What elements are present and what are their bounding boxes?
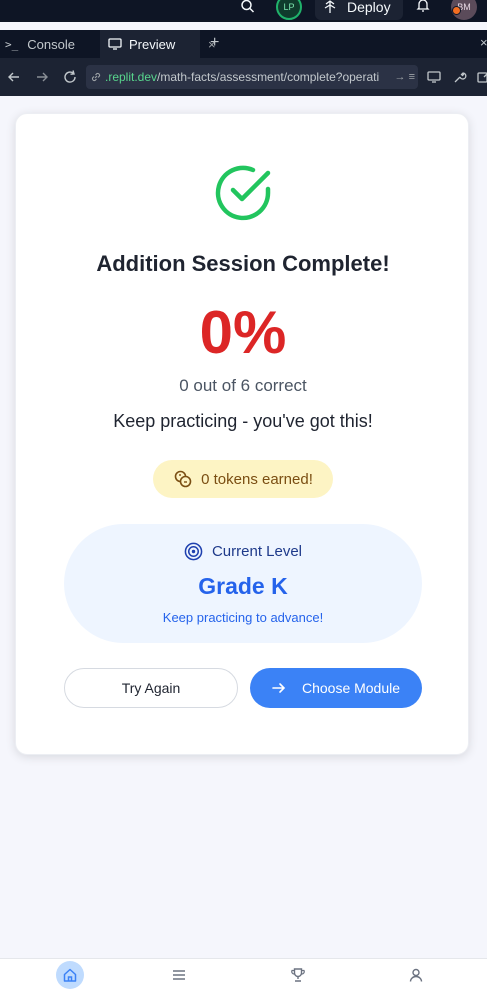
terminal-icon: >_ [5, 37, 19, 51]
arrow-right-icon [272, 683, 286, 693]
user-presence-avatar[interactable]: LP [276, 0, 302, 20]
session-title: Addition Session Complete! [96, 251, 390, 276]
workspace-tabs: >_ Console Preview × + × [0, 30, 487, 58]
devtools-monitor-icon[interactable] [426, 69, 442, 85]
level-note: Keep practicing to advance! [162, 610, 324, 625]
tab-console-label: Console [27, 36, 75, 52]
tab-preview-label: Preview [129, 36, 176, 52]
notification-dot [452, 6, 461, 15]
level-heading-label: Current Level [211, 543, 303, 560]
back-arrow-icon[interactable] [6, 69, 22, 85]
nav-profile[interactable] [402, 961, 430, 989]
monitor-icon [108, 38, 122, 50]
url-path: /math-facts/assessment/complete?operati [157, 70, 380, 84]
menu-icon [173, 970, 185, 980]
forward-arrow-icon[interactable] [34, 69, 50, 85]
choose-module-button[interactable]: Choose Module [250, 668, 422, 708]
url-input[interactable]: .replit.dev/math-facts/assessment/comple… [86, 65, 418, 89]
tab-console[interactable]: >_ Console [5, 30, 75, 58]
close-pane-icon[interactable]: × [480, 35, 487, 50]
url-host: .replit.dev [105, 70, 158, 84]
correct-count: 0 out of 6 correct [179, 376, 307, 395]
nav-home[interactable] [56, 961, 84, 989]
preview-address-bar: .replit.dev/math-facts/assessment/comple… [0, 58, 487, 96]
coins-icon [174, 470, 192, 488]
deploy-button[interactable]: Deploy [315, 0, 403, 20]
open-external-icon[interactable] [476, 69, 487, 85]
deploy-label: Deploy [347, 0, 391, 15]
replit-top-bar: LP Deploy BM [0, 0, 487, 22]
bottom-navigation [0, 958, 487, 989]
target-icon [184, 542, 203, 561]
deploy-icon [324, 0, 336, 13]
try-again-button[interactable]: Try Again [64, 668, 238, 708]
wrench-icon[interactable] [452, 69, 468, 85]
tokens-label: 0 tokens earned! [201, 470, 313, 488]
tokens-badge: 0 tokens earned! [153, 460, 333, 498]
profile-icon [409, 968, 423, 982]
url-tail-controls[interactable]: → ≡ [392, 65, 415, 89]
check-circle-icon [215, 165, 271, 221]
choose-module-label: Choose Module [301, 680, 401, 696]
session-result-card: Addition Session Complete! 0% 0 out of 6… [15, 113, 469, 755]
bell-icon[interactable] [415, 0, 431, 14]
tab-preview[interactable]: Preview × [100, 30, 216, 58]
add-tab-icon[interactable]: + [210, 34, 219, 52]
nav-menu[interactable] [165, 961, 193, 989]
link-icon [91, 72, 101, 82]
search-icon[interactable] [240, 0, 256, 16]
reload-icon[interactable] [62, 69, 78, 85]
home-icon [63, 968, 77, 982]
score-percent: 0% [199, 299, 287, 366]
trophy-icon [291, 968, 305, 982]
nav-achievements[interactable] [284, 961, 312, 989]
encouragement-message: Keep practicing - you've got this! [113, 411, 373, 431]
level-heading: Current Level [64, 542, 422, 561]
level-grade: Grade K [198, 573, 288, 599]
current-level-panel: Current Level Grade K Keep practicing to… [64, 524, 422, 643]
